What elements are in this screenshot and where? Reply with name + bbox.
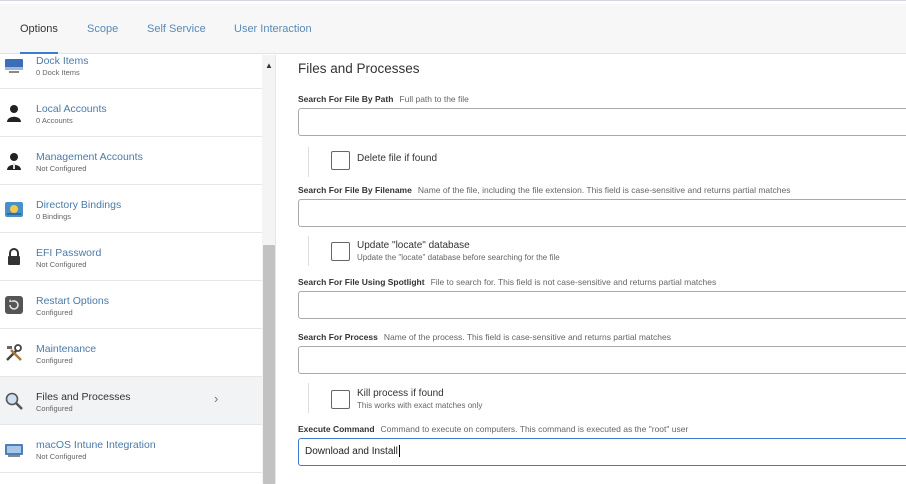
sidebar-item-name: macOS Intune Integration: [36, 439, 156, 451]
spotlight-label: Search For File Using Spotlight File to s…: [298, 277, 716, 287]
update-locate-option: Update "locate" database Update the "loc…: [308, 236, 708, 266]
tools-icon: [6, 344, 22, 361]
tab-bar: Options Scope Self Service User Interact…: [0, 4, 906, 54]
process-label-text: Search For Process: [298, 332, 378, 342]
sidebar: Dock Items 0 Dock Items Local Accounts 0…: [0, 55, 276, 484]
sidebar-item-files-and-processes[interactable]: Files and Processes Configured ›: [0, 377, 262, 425]
directory-icon: [5, 202, 23, 217]
sidebar-item-status: Configured: [36, 308, 73, 317]
sidebar-item-status: 0 Accounts: [36, 116, 73, 125]
path-label-text: Search For File By Path: [298, 94, 394, 104]
search-file-path-input[interactable]: [298, 108, 906, 136]
lock-icon: [8, 248, 20, 265]
delete-file-label: Delete file if found: [357, 153, 438, 164]
delete-file-option: Delete file if found: [308, 147, 708, 177]
files-and-processes-panel: Files and Processes Search For File By P…: [298, 55, 906, 484]
dock-icon: [5, 59, 23, 73]
execute-command-value: Download and Install: [305, 446, 398, 457]
magnifier-icon: [5, 392, 23, 410]
kill-process-label: Kill process if found: [357, 388, 444, 399]
sidebar-item-local-accounts[interactable]: Local Accounts 0 Accounts: [0, 89, 262, 137]
path-label: Search For File By Path Full path to the …: [298, 94, 469, 104]
spotlight-hint: File to search for. This field is not ca…: [430, 277, 717, 287]
scroll-up-arrow-icon[interactable]: ▲: [265, 61, 273, 70]
search-filename-input[interactable]: [298, 199, 906, 227]
sidebar-item-management-accounts[interactable]: Management Accounts Not Configured: [0, 137, 262, 185]
update-locate-checkbox[interactable]: [331, 242, 350, 261]
intune-icon: [5, 444, 23, 457]
search-process-input[interactable]: [298, 346, 906, 374]
restart-icon: [5, 296, 23, 314]
sidebar-item-dock-items[interactable]: Dock Items 0 Dock Items: [0, 55, 262, 89]
sidebar-item-status: 0 Dock Items: [36, 68, 80, 77]
sidebar-item-name: Maintenance: [36, 343, 97, 355]
user-icon: [7, 105, 21, 122]
chevron-right-icon: ›: [214, 391, 219, 406]
admin-user-icon: [7, 153, 21, 170]
filename-hint: Name of the file, including the file ext…: [417, 185, 791, 195]
process-hint: Name of the process. This field is case-…: [383, 332, 671, 342]
tab-user-interaction[interactable]: User Interaction: [234, 4, 312, 54]
filename-label-text: Search For File By Filename: [298, 185, 412, 195]
spotlight-search-input[interactable]: [298, 291, 906, 319]
sidebar-scrollbar-thumb[interactable]: [263, 245, 275, 484]
sidebar-item-name: Management Accounts: [36, 151, 143, 163]
update-locate-label: Update "locate" database: [357, 240, 470, 251]
sidebar-item-efi-password[interactable]: EFI Password Not Configured: [0, 233, 262, 281]
kill-process-checkbox[interactable]: [331, 390, 350, 409]
execute-hint: Command to execute on computers. This co…: [380, 424, 689, 434]
page-title: Files and Processes: [298, 61, 420, 76]
sidebar-item-name: Dock Items: [36, 55, 89, 67]
tab-options[interactable]: Options: [20, 4, 58, 54]
sidebar-item-restart-options[interactable]: Restart Options Configured: [0, 281, 262, 329]
sidebar-item-name: Directory Bindings: [36, 199, 122, 211]
tab-self-service[interactable]: Self Service: [147, 4, 206, 54]
sidebar-item-status: Not Configured: [36, 260, 87, 269]
sidebar-item-status: Not Configured: [36, 164, 87, 173]
sidebar-item-status: Configured: [36, 356, 73, 365]
delete-file-checkbox[interactable]: [331, 151, 350, 170]
sidebar-item-name: Local Accounts: [36, 103, 107, 115]
sidebar-item-maintenance[interactable]: Maintenance Configured: [0, 329, 262, 377]
sidebar-item-status: Not Configured: [36, 452, 87, 461]
spotlight-label-text: Search For File Using Spotlight: [298, 277, 425, 287]
execute-label-text: Execute Command: [298, 424, 375, 434]
kill-process-sub: This works with exact matches only: [357, 401, 483, 410]
text-cursor: [398, 445, 400, 458]
tab-scope[interactable]: Scope: [87, 4, 118, 54]
process-label: Search For Process Name of the process. T…: [298, 332, 671, 342]
sidebar-item-status: Configured: [36, 404, 73, 413]
execute-command-label: Execute Command Command to execute on com…: [298, 424, 688, 434]
sidebar-item-status: 0 Bindings: [36, 212, 72, 221]
sidebar-item-macos-intune-integration[interactable]: macOS Intune Integration Not Configured: [0, 425, 262, 473]
sidebar-item-name: Files and Processes: [36, 391, 131, 403]
execute-command-input[interactable]: Download and Install: [298, 438, 906, 466]
filename-label: Search For File By Filename Name of the f…: [298, 185, 790, 195]
sidebar-item-directory-bindings[interactable]: Directory Bindings 0 Bindings: [0, 185, 262, 233]
sidebar-item-name: EFI Password: [36, 247, 102, 259]
kill-process-option: Kill process if found This works with ex…: [308, 383, 708, 413]
path-hint: Full path to the file: [399, 94, 469, 104]
sidebar-item-name: Restart Options: [36, 295, 109, 307]
update-locate-sub: Update the "locate" database before sear…: [357, 253, 560, 262]
